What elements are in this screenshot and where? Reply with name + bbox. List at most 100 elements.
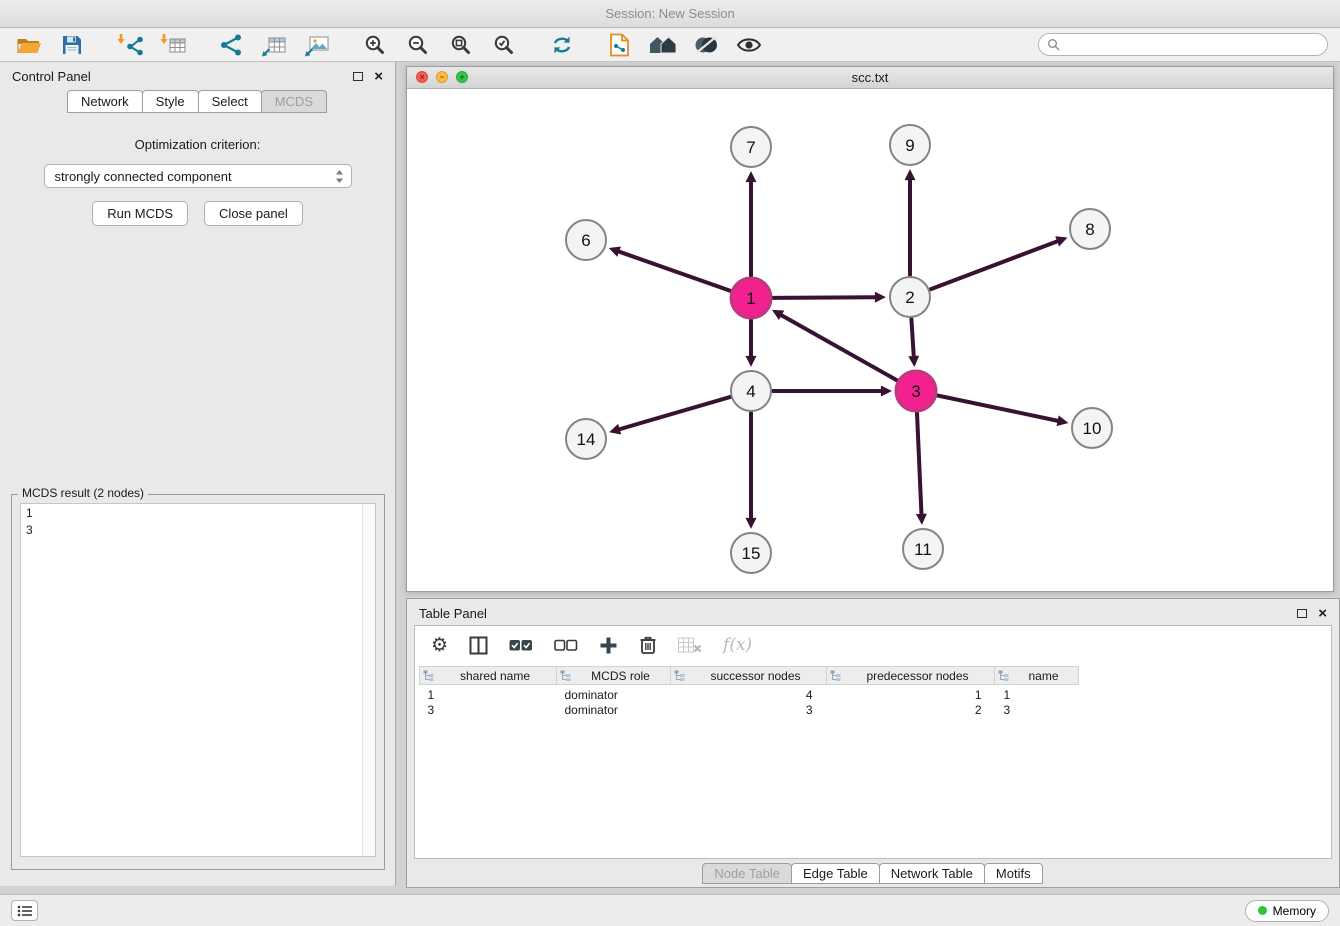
edge-3-to-10[interactable] <box>938 396 1059 422</box>
graph-node-7[interactable]: 7 <box>731 127 771 167</box>
import-network-file-button[interactable] <box>113 30 147 60</box>
refresh-icon <box>550 33 574 57</box>
redraw-graph-button[interactable] <box>545 30 579 60</box>
table-row[interactable]: 1dominator411 <box>420 685 1079 703</box>
image-export-icon <box>304 33 330 57</box>
open-session-button[interactable] <box>12 30 46 60</box>
network-from-file-button[interactable] <box>603 30 637 60</box>
column-header-successor-nodes[interactable]: successor nodes <box>671 667 827 685</box>
export-image-button[interactable] <box>300 30 334 60</box>
delete-table-button[interactable] <box>678 637 702 654</box>
select-all-rows-button[interactable] <box>509 638 533 653</box>
column-header-predecessor-nodes[interactable]: predecessor nodes <box>827 667 995 685</box>
zoom-out-button[interactable] <box>401 30 435 60</box>
zoom-window-icon[interactable]: + <box>456 71 468 83</box>
edge-1-to-2[interactable] <box>773 297 876 298</box>
deselect-all-icon <box>554 638 578 653</box>
new-network-button[interactable] <box>214 30 248 60</box>
task-history-button[interactable] <box>11 900 38 921</box>
zoom-in-icon <box>363 33 387 57</box>
column-header-shared-name[interactable]: shared name <box>420 667 557 685</box>
status-bar: Memory <box>0 894 1340 926</box>
search-input[interactable] <box>1038 33 1328 56</box>
network-window-title: scc.txt <box>852 70 889 85</box>
optimization-criterion-select[interactable]: strongly connected component <box>44 164 352 188</box>
mcds-result-line: 1 <box>26 505 370 522</box>
table-settings-button[interactable]: ⚙ <box>431 634 448 656</box>
graph-node-3[interactable]: 3 <box>896 371 936 411</box>
graph-node-1[interactable]: 1 <box>731 278 771 318</box>
selected-option-label: strongly connected component <box>55 169 232 184</box>
application-window: Session: New Session <box>0 0 1340 926</box>
table-row[interactable]: 3dominator323 <box>420 702 1079 718</box>
edge-2-to-3[interactable] <box>911 319 913 357</box>
svg-text:2: 2 <box>905 288 914 307</box>
tab-motifs[interactable]: Motifs <box>984 863 1043 884</box>
zoom-fit-button[interactable] <box>444 30 478 60</box>
network-canvas[interactable]: 7 9 6 8 1 2 4 3 14 10 15 11 <box>407 89 1333 591</box>
node-table: shared name MCDS role successor nodes pr… <box>419 666 1079 718</box>
edge-3-to-11[interactable] <box>917 413 922 515</box>
graph-node-15[interactable]: 15 <box>731 533 771 573</box>
edge-1-to-6[interactable] <box>618 251 730 290</box>
delete-column-button[interactable] <box>639 635 657 655</box>
memory-label: Memory <box>1273 904 1316 918</box>
edge-4-to-14[interactable] <box>619 397 730 429</box>
close-panel-button[interactable]: Close panel <box>204 201 303 226</box>
tab-edge-table[interactable]: Edge Table <box>791 863 880 884</box>
close-window-icon[interactable]: × <box>416 71 428 83</box>
edge-3-to-1[interactable] <box>781 315 897 381</box>
memory-status-icon <box>1258 906 1267 915</box>
tab-select[interactable]: Select <box>198 90 262 113</box>
plus-icon <box>599 636 618 655</box>
graph-node-14[interactable]: 14 <box>566 419 606 459</box>
column-type-icon <box>560 670 571 684</box>
tab-network[interactable]: Network <box>67 90 143 113</box>
deselect-all-rows-button[interactable] <box>554 638 578 653</box>
close-panel-icon[interactable]: × <box>374 69 383 84</box>
memory-button[interactable]: Memory <box>1245 900 1329 922</box>
add-column-button[interactable] <box>599 636 618 655</box>
minimize-window-icon[interactable]: − <box>436 71 448 83</box>
graph-node-2[interactable]: 2 <box>890 277 930 317</box>
control-panel-title: Control Panel <box>12 69 91 84</box>
column-visibility-button[interactable] <box>469 636 488 655</box>
network-window-titlebar[interactable]: × − + scc.txt <box>407 67 1333 89</box>
float-table-panel-icon[interactable] <box>1297 609 1307 618</box>
save-session-button[interactable] <box>55 30 89 60</box>
table-cell: 3 <box>995 702 1079 718</box>
trash-icon <box>639 635 657 655</box>
run-mcds-button[interactable]: Run MCDS <box>92 201 188 226</box>
table-tabs: Node TableEdge TableNetwork TableMotifs <box>407 863 1339 884</box>
function-builder-button[interactable]: f(x) <box>723 635 752 655</box>
graph-node-4[interactable]: 4 <box>731 371 771 411</box>
graph-node-8[interactable]: 8 <box>1070 209 1110 249</box>
task-list-icon <box>17 905 33 917</box>
double-home-button[interactable] <box>646 30 680 60</box>
close-table-panel-icon[interactable]: × <box>1318 606 1327 621</box>
tab-network-table[interactable]: Network Table <box>879 863 985 884</box>
network-from-table-button[interactable] <box>257 30 291 60</box>
mcds-result-line: 3 <box>26 522 370 539</box>
tab-node-table[interactable]: Node Table <box>702 863 792 884</box>
apply-style-button[interactable] <box>689 30 723 60</box>
tab-style[interactable]: Style <box>142 90 199 113</box>
mcds-result-text[interactable]: 13 <box>20 503 376 857</box>
import-table-file-button[interactable] <box>156 30 190 60</box>
graph-node-11[interactable]: 11 <box>903 529 943 569</box>
column-header-mcds-role[interactable]: MCDS role <box>557 667 671 685</box>
zoom-selected-button[interactable] <box>487 30 521 60</box>
graph-node-10[interactable]: 10 <box>1072 408 1112 448</box>
zoom-in-button[interactable] <box>358 30 392 60</box>
float-panel-icon[interactable] <box>353 72 363 81</box>
tab-mcds[interactable]: MCDS <box>261 90 327 113</box>
graph-node-9[interactable]: 9 <box>890 125 930 165</box>
table-panel-title: Table Panel <box>419 606 487 621</box>
show-graphics-details-button[interactable] <box>732 30 766 60</box>
column-header-name[interactable]: name <box>995 667 1079 685</box>
column-type-icon <box>998 670 1009 684</box>
column-type-icon <box>423 670 434 684</box>
optimization-criterion-label: Optimization criterion: <box>0 137 395 152</box>
edge-2-to-8[interactable] <box>931 241 1059 289</box>
graph-node-6[interactable]: 6 <box>566 220 606 260</box>
